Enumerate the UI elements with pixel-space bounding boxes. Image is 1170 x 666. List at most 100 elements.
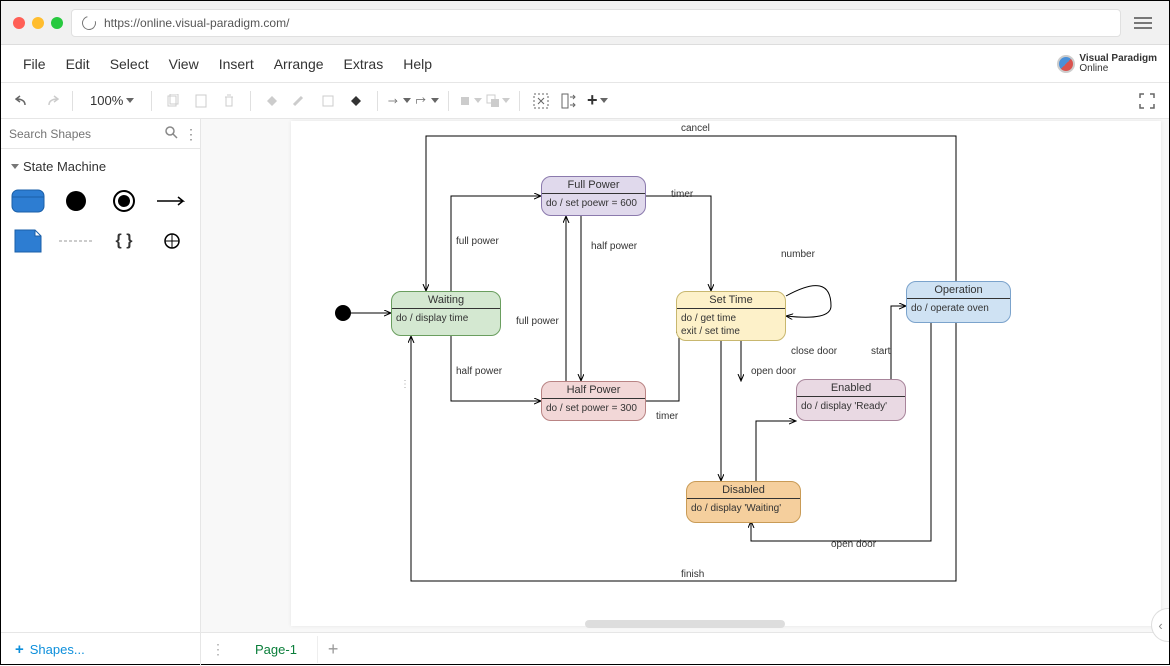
close-window-button[interactable] (13, 17, 25, 29)
chevron-down-icon (11, 164, 19, 169)
initial-state-node[interactable] (335, 305, 351, 321)
state-set-time[interactable]: Set Time do / get time exit / set time (676, 291, 786, 341)
state-title: Set Time (677, 292, 785, 309)
menu-view[interactable]: View (159, 50, 209, 78)
edge-label-open-door1: open door (751, 366, 796, 377)
state-body: do / set poewr = 600 (542, 194, 645, 213)
redo-button[interactable] (39, 89, 63, 113)
footer: + Shapes... ⋮ Page-1 + ‹ (1, 632, 1169, 666)
sidebar-menu-icon[interactable]: ⋮ (184, 127, 198, 141)
edge-label-timer1: timer (671, 189, 693, 200)
footer-grip-icon[interactable]: ⋮ (201, 641, 235, 658)
page-tab-1[interactable]: Page-1 (235, 636, 318, 663)
undo-button[interactable] (11, 89, 35, 113)
zoom-select[interactable]: 100% (82, 93, 142, 108)
state-body: do / display 'Ready' (797, 397, 905, 416)
to-front-button[interactable] (458, 89, 482, 113)
shapes-button-label: Shapes... (30, 642, 85, 657)
format-painter-button[interactable] (344, 89, 368, 113)
shape-initial-state[interactable] (59, 188, 93, 214)
add-page-button[interactable]: + (318, 639, 349, 660)
shape-junction[interactable] (155, 228, 189, 254)
copy-button[interactable] (161, 89, 185, 113)
edge-label-cancel: cancel (681, 123, 710, 134)
edge-label-half-power2: half power (456, 366, 502, 377)
line-color-button[interactable] (288, 89, 312, 113)
state-enabled[interactable]: Enabled do / display 'Ready' (796, 379, 906, 421)
search-icon[interactable] (164, 125, 178, 142)
browser-chrome: https://online.visual-paradigm.com/ (1, 1, 1169, 45)
state-title: Waiting (392, 292, 500, 309)
shape-state[interactable] (11, 188, 45, 214)
shape-constraint[interactable]: { } (107, 228, 141, 254)
delete-button[interactable] (217, 89, 241, 113)
state-title: Operation (907, 282, 1010, 299)
zoom-fit-button[interactable] (557, 89, 581, 113)
search-shapes-row: ⋮ (1, 119, 200, 149)
fill-color-button[interactable] (260, 89, 284, 113)
menu-bar: File Edit Select View Insert Arrange Ext… (1, 45, 1169, 83)
state-body: do / display 'Waiting' (687, 499, 800, 518)
edge-label-half-power1: half power (591, 241, 637, 252)
edge-label-finish: finish (681, 569, 704, 580)
edge-label-number: number (781, 249, 815, 260)
brand-text: Visual ParadigmOnline (1079, 54, 1157, 74)
menu-help[interactable]: Help (393, 50, 442, 78)
shape-note[interactable] (11, 228, 45, 254)
edge-label-start: start (871, 346, 890, 357)
fit-page-button[interactable] (529, 89, 553, 113)
shadow-button[interactable] (316, 89, 340, 113)
sidebar-resize-handle[interactable]: ⋮ (402, 369, 408, 399)
canvas-area[interactable]: ⋮ (201, 119, 1169, 632)
brand-icon (1057, 55, 1075, 73)
menu-extras[interactable]: Extras (334, 50, 394, 78)
state-disabled[interactable]: Disabled do / display 'Waiting' (686, 481, 801, 523)
waypoints-button[interactable] (415, 89, 439, 113)
state-body: do / get time exit / set time (677, 309, 785, 341)
minimize-window-button[interactable] (32, 17, 44, 29)
menu-file[interactable]: File (13, 50, 56, 78)
menu-select[interactable]: Select (100, 50, 159, 78)
horizontal-scrollbar[interactable] (585, 620, 785, 628)
state-title: Half Power (542, 382, 645, 399)
browser-menu-icon[interactable] (1129, 11, 1157, 35)
edge-label-full-power1: full power (456, 236, 499, 247)
edge-label-timer2: timer (656, 411, 678, 422)
state-full-power[interactable]: Full Power do / set poewr = 600 (541, 176, 646, 216)
sidebar: ⋮ State Machine { } (1, 119, 201, 632)
toolbar: 100% + (1, 83, 1169, 119)
menu-insert[interactable]: Insert (209, 50, 264, 78)
menu-arrange[interactable]: Arrange (264, 50, 334, 78)
palette-grid: { } (1, 182, 200, 260)
chevron-down-icon (126, 98, 134, 103)
shape-final-state[interactable] (107, 188, 141, 214)
more-shapes-button[interactable]: + Shapes... (1, 633, 201, 666)
maximize-window-button[interactable] (51, 17, 63, 29)
state-title: Full Power (542, 177, 645, 194)
palette-header[interactable]: State Machine (1, 149, 200, 182)
brand-logo: Visual ParadigmOnline (1057, 54, 1157, 74)
edge-label-open-door2: open door (831, 539, 876, 550)
shape-anchor[interactable] (59, 228, 93, 254)
edges-layer (291, 121, 1161, 626)
state-waiting[interactable]: Waiting do / display time (391, 291, 501, 336)
main-area: ⋮ State Machine { } ⋮ (1, 119, 1169, 632)
connection-button[interactable] (387, 89, 411, 113)
paste-button[interactable] (189, 89, 213, 113)
palette-title: State Machine (23, 159, 106, 174)
state-operation[interactable]: Operation do / operate oven (906, 281, 1011, 323)
insert-button[interactable]: + (585, 89, 609, 113)
shape-transition[interactable] (155, 188, 189, 214)
state-half-power[interactable]: Half Power do / set power = 300 (541, 381, 646, 421)
window-controls (13, 17, 63, 29)
fullscreen-icon[interactable] (1139, 93, 1155, 109)
search-input[interactable] (9, 127, 164, 141)
state-body: do / operate oven (907, 299, 1010, 318)
state-title: Disabled (687, 482, 800, 499)
to-back-button[interactable] (486, 89, 510, 113)
edge-label-close-door: close door (791, 346, 837, 357)
diagram-canvas[interactable]: Waiting do / display time Full Power do … (291, 121, 1161, 626)
url-bar[interactable]: https://online.visual-paradigm.com/ (71, 9, 1121, 37)
menu-edit[interactable]: Edit (56, 50, 100, 78)
refresh-icon[interactable] (79, 13, 98, 32)
